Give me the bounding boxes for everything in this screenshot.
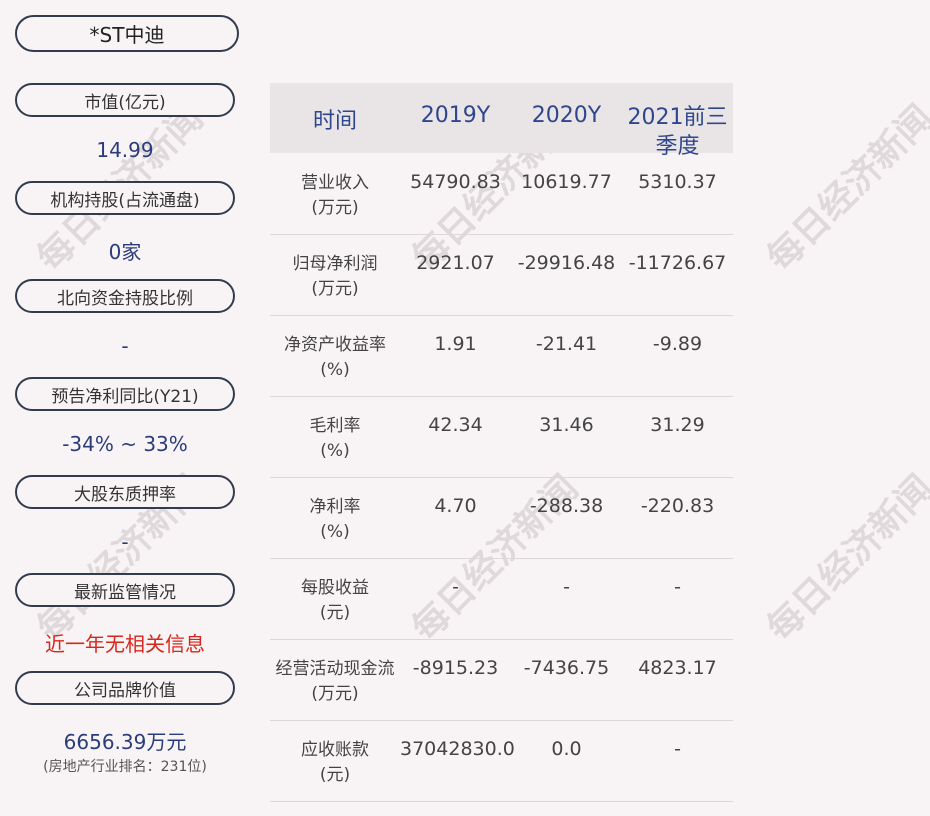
row-label: 净资产收益率 (%) [270, 333, 400, 383]
table-cell: -220.83 [640, 495, 715, 517]
row-label-unit: (%) [320, 441, 350, 461]
table-cell: -11726.67 [628, 252, 727, 274]
header-2021-line1: 2021前三 [627, 105, 728, 130]
row-label-name: 毛利率 [309, 416, 361, 436]
market-cap-label: 市值(亿元) [15, 83, 235, 117]
row-label-unit: (元) [319, 765, 351, 785]
market-cap-value: 14.99 [96, 138, 154, 162]
table-row: 净利率 (%) 4.70 -288.38 -220.83 [270, 477, 733, 559]
brand-value: 6656.39万元 [63, 730, 187, 754]
brand-value-block: 6656.39万元 (房地产行业排名：231位) [15, 726, 235, 776]
row-label: 归母净利润 (万元) [270, 252, 400, 302]
row-label-unit: (元) [319, 603, 351, 623]
table-cell: - [674, 738, 681, 760]
table-cell: 0.0 [551, 738, 582, 760]
row-label: 应收账款 (元) [270, 738, 400, 788]
table-cell: - [563, 576, 570, 598]
table-cell: -9.89 [652, 333, 703, 355]
table-cell: 31.29 [650, 414, 705, 436]
profit-forecast-value: -34% ~ 33% [62, 432, 188, 456]
table-cell: - [452, 576, 459, 598]
northbound-ratio-value: - [121, 334, 129, 358]
table-cell: 37042830.0 [400, 738, 515, 760]
table-cell: 10619.77 [521, 171, 612, 193]
stock-name-badge: *ST中迪 [15, 15, 239, 52]
header-time: 时间 [312, 109, 357, 134]
row-label-unit: (万元) [311, 684, 359, 704]
row-label: 经营活动现金流 (万元) [270, 657, 400, 707]
table-cell: 5310.37 [638, 171, 717, 193]
table-cell: 31.46 [539, 414, 594, 436]
row-label: 净利率 (%) [270, 495, 400, 545]
watermark-text: 每日经济新闻 [759, 97, 930, 280]
profit-forecast-label: 预告净利同比(Y21) [15, 377, 235, 411]
table-cell: -21.41 [535, 333, 598, 355]
row-label-unit: (%) [320, 360, 350, 380]
row-label-unit: (万元) [311, 198, 359, 218]
table-cell: 2921.07 [416, 252, 495, 274]
row-label-name: 营业收入 [301, 173, 369, 193]
table-cell: 4823.17 [638, 657, 717, 679]
row-label-name: 净资产收益率 [284, 335, 386, 355]
table-cell: -29916.48 [517, 252, 616, 274]
financial-table: 时间 2019Y 2020Y 2021前三 季度 营业收入 (万元) 54790.8… [270, 83, 733, 802]
table-row: 营业收入 (万元) 54790.83 10619.77 5310.37 [270, 153, 733, 235]
watermark-text: 每日经济新闻 [759, 467, 930, 650]
row-label-name: 经营活动现金流 [275, 659, 395, 679]
table-row: 每股收益 (元) - - - [270, 558, 733, 640]
table-row: 归母净利润 (万元) 2921.07 -29916.48 -11726.67 [270, 234, 733, 316]
row-label-name: 归母净利润 [292, 254, 378, 274]
regulation-label: 最新监管情况 [15, 573, 235, 607]
pledge-ratio-label: 大股东质押率 [15, 475, 235, 509]
table-cell: - [674, 576, 681, 598]
institutional-holding-label: 机构持股(占流通盘) [15, 181, 235, 215]
row-label-unit: (%) [320, 522, 350, 542]
table-cell: 54790.83 [410, 171, 501, 193]
row-label-name: 应收账款 [301, 740, 369, 760]
row-label: 毛利率 (%) [270, 414, 400, 464]
row-label-name: 每股收益 [301, 578, 369, 598]
table-header: 时间 2019Y 2020Y 2021前三 季度 [270, 83, 733, 159]
row-label-unit: (万元) [311, 279, 359, 299]
table-row: 经营活动现金流 (万元) -8915.23 -7436.75 4823.17 [270, 639, 733, 721]
table-cell: -288.38 [529, 495, 604, 517]
table-cell: 4.70 [434, 495, 477, 517]
brand-value-label: 公司品牌价值 [15, 671, 235, 705]
northbound-ratio-label: 北向资金持股比例 [15, 279, 235, 313]
row-label: 营业收入 (万元) [270, 171, 400, 221]
row-label-name: 净利率 [309, 497, 361, 517]
table-cell: -8915.23 [412, 657, 499, 679]
table-row: 净资产收益率 (%) 1.91 -21.41 -9.89 [270, 315, 733, 397]
table-cell: 42.34 [428, 414, 483, 436]
table-cell: -7436.75 [523, 657, 610, 679]
pledge-ratio-value: - [121, 530, 129, 554]
header-2020: 2020Y [531, 103, 602, 128]
industry-rank-note: (房地产行业排名：231位) [43, 759, 207, 775]
table-row: 应收账款 (元) 37042830.0 0.0 - [270, 720, 733, 802]
row-label: 每股收益 (元) [270, 576, 400, 626]
institutional-holding-value: 0家 [108, 240, 142, 264]
header-2019: 2019Y [420, 103, 491, 128]
table-cell: 1.91 [434, 333, 477, 355]
regulation-value: 近一年无相关信息 [45, 632, 205, 656]
table-row: 毛利率 (%) 42.34 31.46 31.29 [270, 396, 733, 478]
